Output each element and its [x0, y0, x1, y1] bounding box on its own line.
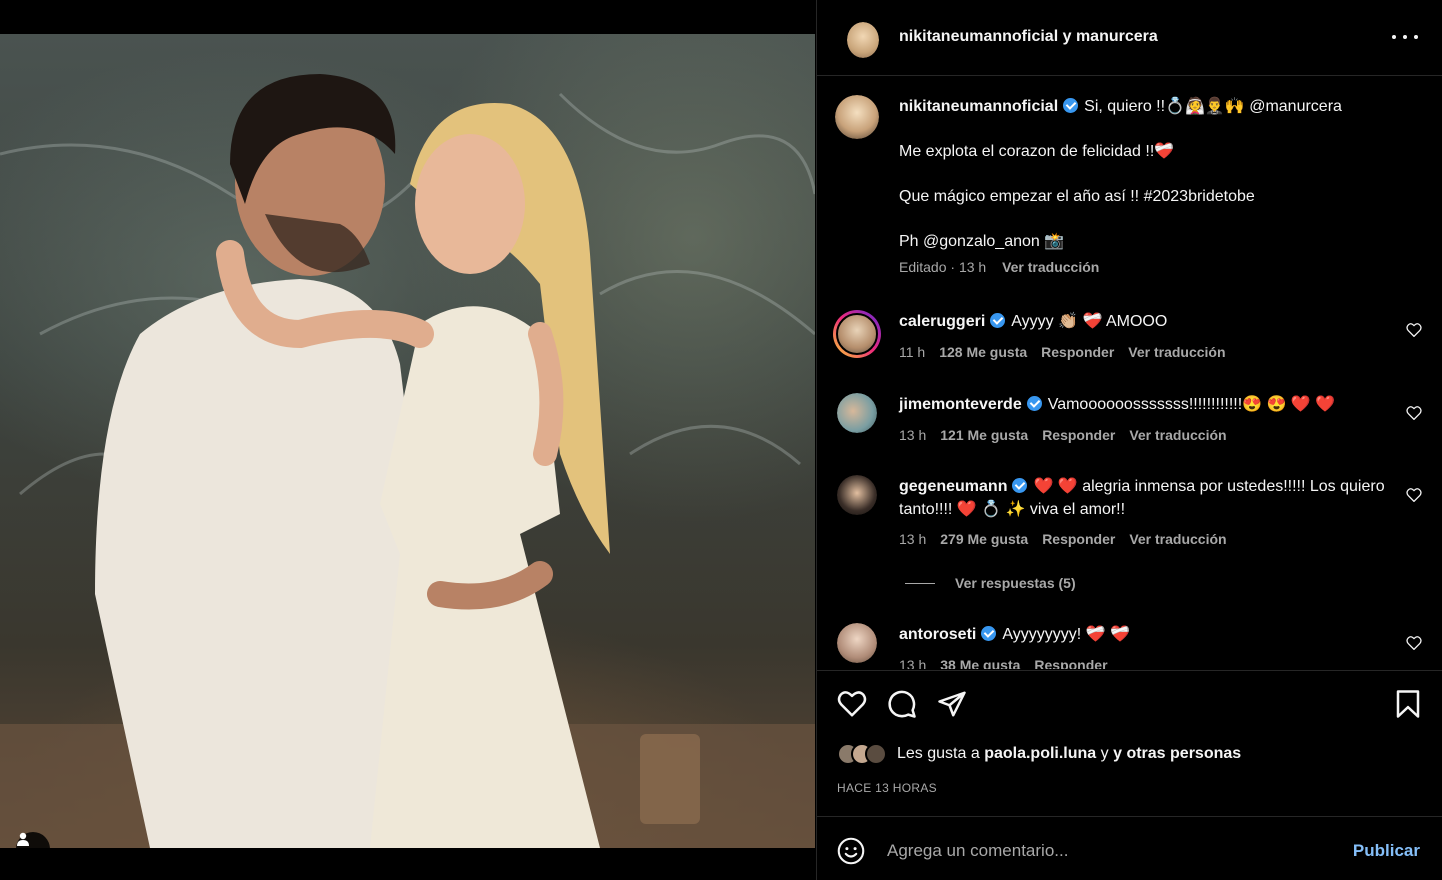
comment-likes[interactable]: 121 Me gusta — [940, 427, 1028, 443]
replies-divider — [905, 582, 935, 584]
post-header: nikitaneumannoficial y manurcera — [817, 0, 1442, 76]
more-options-button[interactable] — [1392, 26, 1418, 48]
liker-avatars — [837, 743, 887, 765]
caption-line-2: Me explota el corazon de felicidad !!❤️‍… — [899, 143, 1175, 160]
comment-meta: 13 h 121 Me gusta Responder Ver traducción — [899, 427, 1241, 443]
authors-joiner: y — [1062, 28, 1072, 45]
heart-icon[interactable] — [1406, 636, 1422, 650]
bookmark-icon[interactable] — [1393, 689, 1423, 719]
comments-list[interactable]: nikitaneumannoficial Si, quiero !!💍👰🤵‍♂️🙌… — [817, 77, 1442, 669]
verified-badge-icon — [990, 313, 1006, 328]
caption-meta: Editado · 13 h Ver traducción — [899, 259, 1100, 275]
verified-badge-icon — [1012, 478, 1028, 493]
comment-username[interactable]: gegeneumann — [899, 478, 1007, 495]
comment-meta: 13 h 279 Me gusta Responder Ver traducción — [899, 531, 1241, 547]
comment-text: Vamoooooosssssss!!!!!!!!!!!!😍 😍 ❤️ ❤️ — [1047, 396, 1336, 413]
likes-prefix: Les gusta a — [897, 745, 980, 762]
caption-line-4: Ph @gonzalo_anon 📸 — [899, 233, 1065, 250]
comment-username[interactable]: caleruggeri — [899, 313, 985, 330]
translate-link[interactable]: Ver traducción — [1128, 344, 1225, 360]
comment-username[interactable]: jimemonteverde — [899, 396, 1022, 413]
comment-text: Ayyyy 👏🏼 ❤️‍🩹 AMOOO — [1011, 313, 1168, 330]
post-side-panel: nikitaneumannoficial y manurcera nikitan… — [816, 0, 1442, 880]
comment-input[interactable] — [887, 835, 1327, 867]
comment-text: Ayyyyyyyy! ❤️‍🩹 ❤️‍🩹 — [1002, 626, 1130, 643]
verified-badge-icon — [981, 626, 997, 641]
liker-avatar[interactable] — [865, 743, 887, 765]
likes-joiner: y — [1100, 745, 1109, 762]
verified-badge-icon — [1026, 396, 1042, 411]
caption-username[interactable]: nikitaneumannoficial — [899, 98, 1058, 115]
heart-icon[interactable] — [1406, 406, 1422, 420]
post-actions: Les gusta a paola.poli.luna y y otras pe… — [817, 670, 1442, 816]
comment-time: 13 h — [899, 531, 927, 547]
translate-link[interactable]: Ver traducción — [1129, 427, 1226, 443]
heart-icon[interactable] — [1406, 488, 1422, 502]
reply-button[interactable]: Responder — [1034, 657, 1107, 669]
translate-link[interactable]: Ver traducción — [1129, 531, 1226, 547]
comment-avatar-story[interactable] — [833, 310, 881, 358]
comment-time: 13 h — [899, 427, 927, 443]
send-icon[interactable] — [937, 689, 967, 719]
post-timestamp: HACE 13 HORAS — [837, 781, 937, 795]
comment-avatar[interactable] — [837, 393, 877, 433]
comment-avatar[interactable] — [837, 623, 877, 663]
caption-line-3: Que mágico empezar el año así !! #2023br… — [899, 188, 1255, 205]
caption-avatar[interactable] — [835, 95, 879, 139]
comment-avatar[interactable] — [837, 475, 877, 515]
comment-bar: Publicar — [817, 816, 1442, 880]
author-username[interactable]: nikitaneumannoficial — [899, 28, 1058, 45]
caption-time: 13 h — [958, 259, 987, 275]
author-avatar[interactable] — [847, 22, 879, 58]
coauthor-username[interactable]: manurcera — [1076, 28, 1158, 45]
comment-likes[interactable]: 38 Me gusta — [940, 657, 1020, 669]
comment-time: 13 h — [899, 657, 927, 669]
comment-icon[interactable] — [887, 689, 917, 719]
publish-button[interactable]: Publicar — [1353, 841, 1420, 861]
post-authors: nikitaneumannoficial y manurcera — [899, 28, 1158, 46]
reply-button[interactable]: Responder — [1042, 427, 1115, 443]
user-icon — [17, 832, 29, 846]
reply-button[interactable]: Responder — [1041, 344, 1114, 360]
comment-meta: 13 h 38 Me gusta Responder — [899, 657, 1122, 669]
edited-label: Editado — [899, 259, 947, 275]
comment-likes[interactable]: 279 Me gusta — [940, 531, 1028, 547]
post-photo[interactable] — [0, 34, 815, 848]
heart-icon[interactable] — [837, 689, 867, 719]
caption-translate-link[interactable]: Ver traducción — [1002, 259, 1099, 275]
comment-meta: 11 h 128 Me gusta Responder Ver traducción — [899, 344, 1240, 360]
heart-icon[interactable] — [1406, 323, 1422, 337]
likes-summary: Les gusta a paola.poli.luna y y otras pe… — [837, 743, 1241, 765]
comment-likes[interactable]: 128 Me gusta — [939, 344, 1027, 360]
liker-username[interactable]: paola.poli.luna — [984, 745, 1096, 763]
photo-illustration — [0, 74, 815, 848]
emoji-icon[interactable] — [837, 837, 865, 865]
others-link[interactable]: y otras personas — [1113, 745, 1241, 763]
comment-time: 11 h — [899, 344, 926, 360]
reply-button[interactable]: Responder — [1042, 531, 1115, 547]
view-replies-button[interactable]: Ver respuestas (5) — [905, 575, 1076, 591]
view-replies-label: Ver respuestas (5) — [955, 575, 1076, 591]
caption-line-1: Si, quiero !!💍👰🤵‍♂️🙌 @manurcera — [1084, 98, 1342, 115]
more-horizontal-icon — [1392, 35, 1396, 39]
verified-badge-icon — [1063, 98, 1079, 113]
comment-username[interactable]: antoroseti — [899, 626, 976, 643]
